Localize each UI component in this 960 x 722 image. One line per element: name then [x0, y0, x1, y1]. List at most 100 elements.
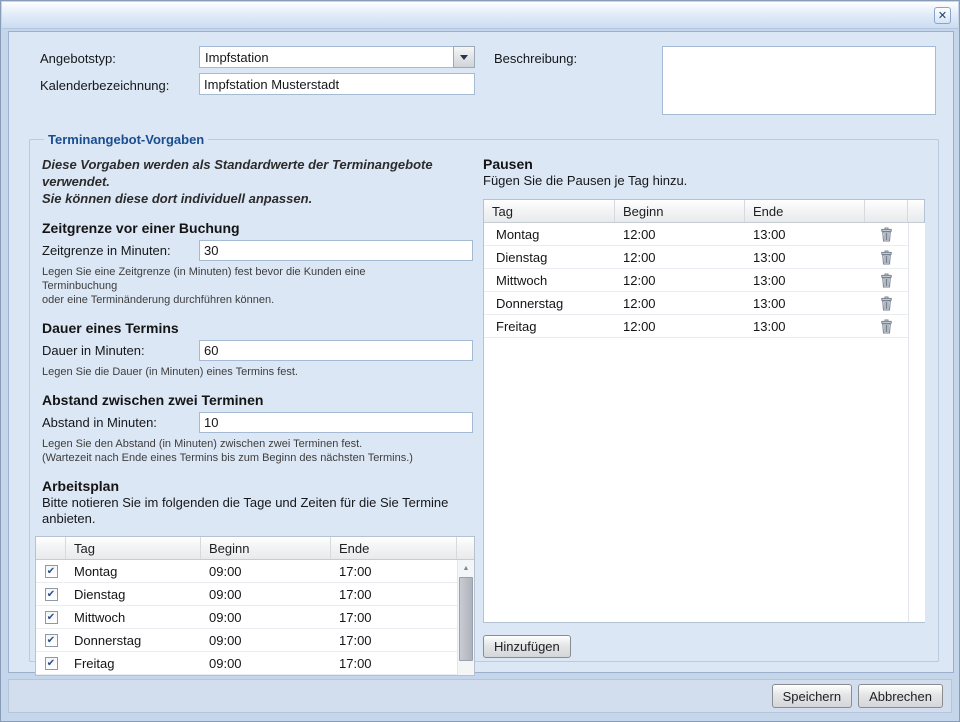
day-checkbox[interactable]: ✔: [45, 565, 58, 578]
close-icon: ✕: [938, 9, 947, 22]
fieldset-legend: Terminangebot-Vorgaben: [44, 132, 208, 147]
kalenderbezeichnung-label: Kalenderbezeichnung:: [40, 78, 169, 93]
add-pause-button[interactable]: Hinzufügen: [483, 635, 571, 658]
header-cell-scroll: [908, 200, 925, 222]
abstand-heading: Abstand zwischen zwei Terminen: [42, 392, 474, 409]
header-cell-delete: [865, 200, 908, 222]
vertical-scrollbar[interactable]: ▲: [457, 560, 474, 675]
header-cell-tag: Tag: [484, 200, 615, 222]
table-row[interactable]: ✔ Freitag 09:00 17:00: [36, 652, 457, 675]
dauer-heading: Dauer eines Termins: [42, 320, 474, 337]
help-line: Terminbuchung: [42, 279, 474, 293]
checkmark-icon: ✔: [47, 612, 55, 623]
delete-row-button[interactable]: [880, 319, 893, 334]
delete-row-button[interactable]: [880, 273, 893, 288]
help-line: (Wartezeit nach Ende eines Termins bis z…: [42, 451, 474, 465]
cell-beginn: 12:00: [615, 269, 745, 291]
cell-beginn: 12:00: [615, 223, 745, 245]
cell-tag: Freitag: [66, 652, 201, 674]
help-line: oder eine Terminänderung durchführen kön…: [42, 293, 474, 307]
cancel-button[interactable]: Abbrechen: [858, 684, 943, 708]
arbeitsplan-heading: Arbeitsplan: [42, 478, 474, 495]
table-row[interactable]: Mittwoch 12:00 13:00: [484, 269, 908, 292]
defaults-column: Diese Vorgaben werden als Standardwerte …: [42, 147, 474, 651]
pausen-rows: Montag 12:00 13:00 Dienstag 12:00 13:00: [484, 223, 908, 622]
delete-row-button[interactable]: [880, 227, 893, 242]
cell-tag: Montag: [484, 223, 615, 245]
angebotstyp-combobox[interactable]: Impfstation: [199, 46, 475, 68]
header-cell-ende: Ende: [331, 537, 457, 559]
dialog-window: ✕ Angebotstyp: Impfstation Kalenderbezei…: [0, 0, 960, 722]
abstand-input[interactable]: [199, 412, 473, 433]
scrollbar-track[interactable]: [908, 223, 925, 622]
arbeitsplan-description: Bitte notieren Sie im folgenden die Tage…: [42, 495, 474, 527]
day-checkbox[interactable]: ✔: [45, 588, 58, 601]
zeitgrenze-heading: Zeitgrenze vor einer Buchung: [42, 220, 474, 237]
zeitgrenze-input[interactable]: [199, 240, 473, 261]
cell-ende: 17:00: [331, 583, 457, 605]
delete-row-button[interactable]: [880, 296, 893, 311]
arbeitsplan-grid: Tag Beginn Ende ✔ Montag 09:00: [35, 536, 475, 676]
cell-ende: 17:00: [331, 560, 457, 582]
table-row[interactable]: Montag 12:00 13:00: [484, 223, 908, 246]
day-checkbox[interactable]: ✔: [45, 611, 58, 624]
kalenderbezeichnung-input[interactable]: [199, 73, 475, 95]
abstand-label: Abstand in Minuten:: [42, 415, 199, 430]
checkmark-icon: ✔: [47, 589, 55, 600]
cell-beginn: 09:00: [201, 629, 331, 651]
dauer-help: Legen Sie die Dauer (in Minuten) eines T…: [42, 365, 474, 379]
pausen-heading: Pausen: [483, 156, 930, 173]
close-button[interactable]: ✕: [934, 7, 951, 24]
cell-tag: Montag: [66, 560, 201, 582]
combo-trigger-button[interactable]: [453, 46, 475, 68]
table-row[interactable]: Freitag 12:00 13:00: [484, 315, 908, 338]
cell-tag: Mittwoch: [484, 269, 615, 291]
dialog-body: Angebotstyp: Impfstation Kalenderbezeich…: [8, 31, 954, 673]
arbeitsplan-rows: ✔ Montag 09:00 17:00 ✔ Dienstag 09:00 17: [36, 560, 457, 675]
cell-ende: 13:00: [745, 246, 865, 268]
day-checkbox[interactable]: ✔: [45, 634, 58, 647]
dauer-input[interactable]: [199, 340, 473, 361]
titlebar: ✕: [2, 2, 958, 29]
beschreibung-textarea[interactable]: [662, 46, 936, 115]
header-cell-beginn: Beginn: [201, 537, 331, 559]
table-row[interactable]: ✔ Dienstag 09:00 17:00: [36, 583, 457, 606]
scroll-up-icon[interactable]: ▲: [458, 560, 474, 576]
cell-beginn: 12:00: [615, 315, 745, 337]
table-row[interactable]: Dienstag 12:00 13:00: [484, 246, 908, 269]
day-checkbox[interactable]: ✔: [45, 657, 58, 670]
footer-toolbar: Speichern Abbrechen: [8, 679, 952, 713]
intro-line-2: Sie können diese dort individuell anpass…: [42, 190, 456, 207]
cell-ende: 13:00: [745, 292, 865, 314]
header-cell-beginn: Beginn: [615, 200, 745, 222]
intro-line-1: Diese Vorgaben werden als Standardwerte …: [42, 156, 456, 190]
cell-tag: Freitag: [484, 315, 615, 337]
cell-ende: 13:00: [745, 223, 865, 245]
scrollbar-thumb[interactable]: [459, 577, 473, 661]
trash-icon: [880, 319, 893, 334]
beschreibung-label: Beschreibung:: [494, 51, 577, 66]
save-button[interactable]: Speichern: [772, 684, 853, 708]
angebotstyp-label: Angebotstyp:: [40, 51, 116, 66]
checkmark-icon: ✔: [47, 635, 55, 646]
table-row[interactable]: ✔ Mittwoch 09:00 17:00: [36, 606, 457, 629]
intro-text: Diese Vorgaben werden als Standardwerte …: [42, 156, 456, 207]
trash-icon: [880, 296, 893, 311]
angebotstyp-value: Impfstation: [199, 46, 453, 68]
cell-ende: 13:00: [745, 269, 865, 291]
delete-row-button[interactable]: [880, 250, 893, 265]
chevron-down-icon: [460, 55, 468, 60]
cell-beginn: 09:00: [201, 652, 331, 674]
trash-icon: [880, 227, 893, 242]
table-row[interactable]: Donnerstag 12:00 13:00: [484, 292, 908, 315]
cell-tag: Dienstag: [66, 583, 201, 605]
table-row[interactable]: ✔ Donnerstag 09:00 17:00: [36, 629, 457, 652]
trash-icon: [880, 250, 893, 265]
cell-tag: Mittwoch: [66, 606, 201, 628]
table-row[interactable]: ✔ Montag 09:00 17:00: [36, 560, 457, 583]
cell-tag: Donnerstag: [66, 629, 201, 651]
top-form: Angebotstyp: Impfstation Kalenderbezeich…: [9, 32, 953, 132]
pausen-description: Fügen Sie die Pausen je Tag hinzu.: [483, 173, 919, 189]
cell-tag: Donnerstag: [484, 292, 615, 314]
abstand-help: Legen Sie den Abstand (in Minuten) zwisc…: [42, 437, 474, 465]
